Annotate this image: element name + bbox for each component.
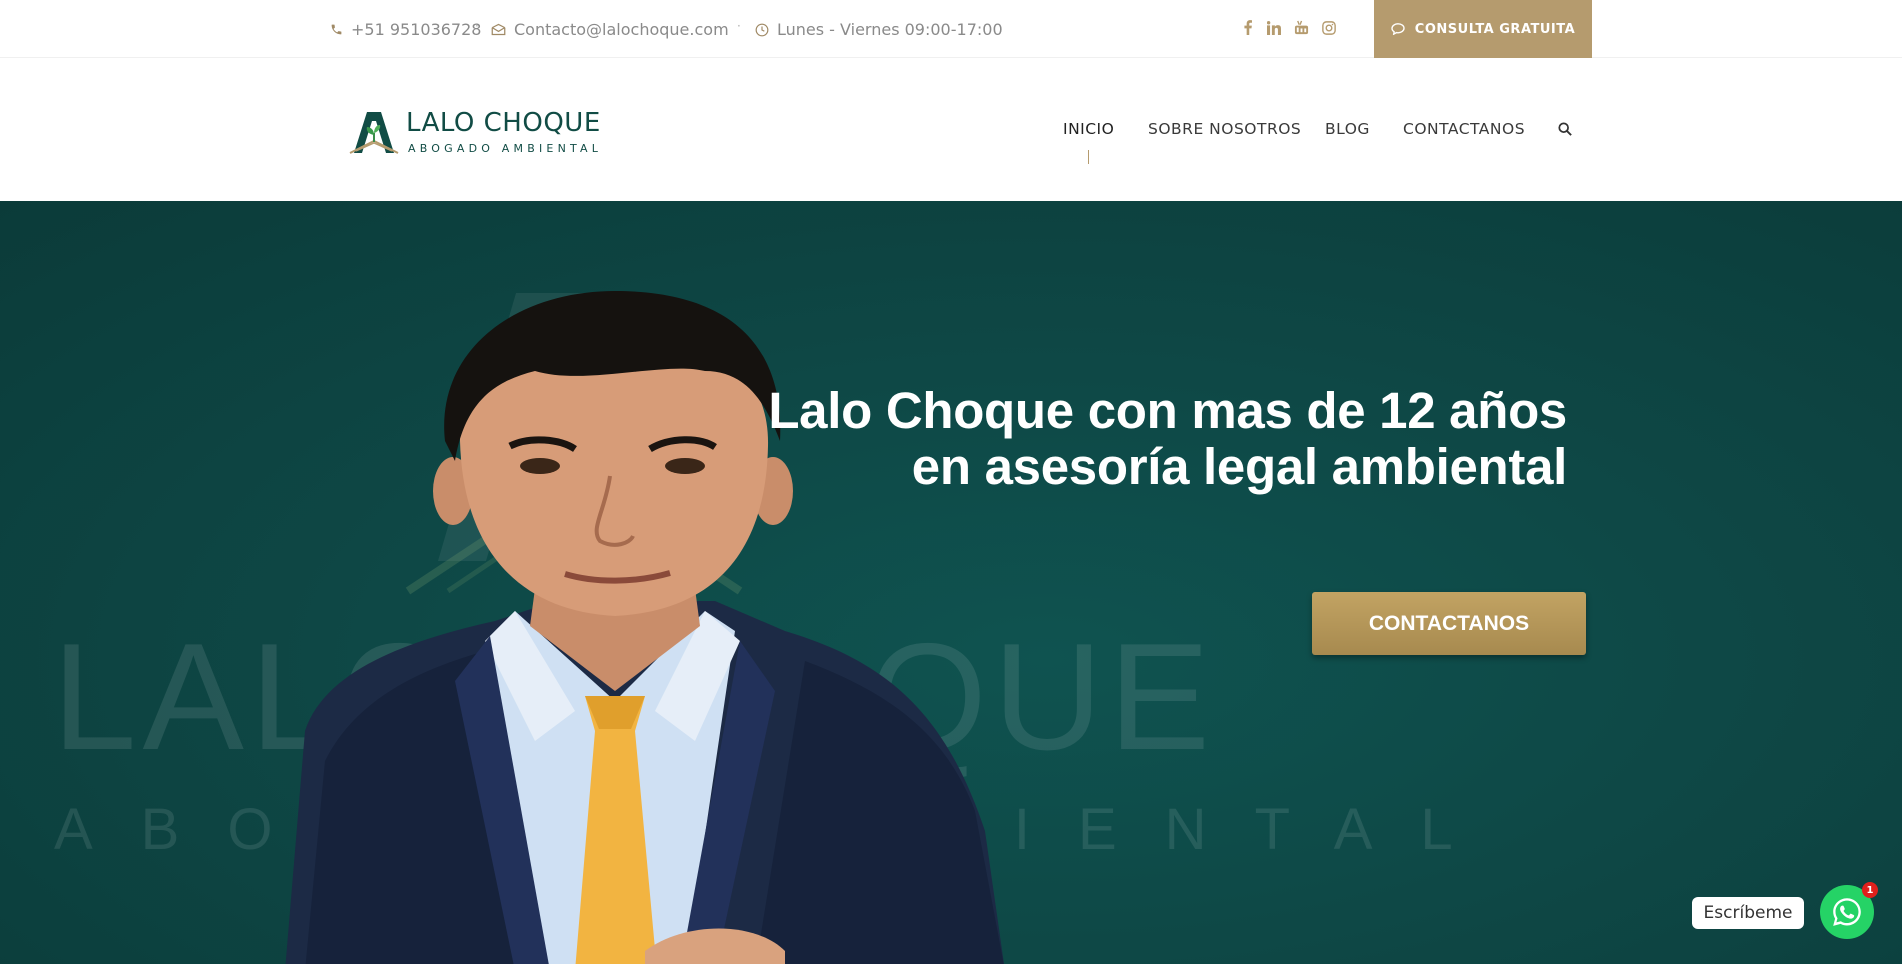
hero-headline-line-2: en asesoría legal ambiental [911, 438, 1568, 495]
hero-contact-button[interactable]: CONTACTANOS [1312, 592, 1586, 655]
instagram-icon[interactable] [1322, 20, 1336, 35]
whatsapp-notification-badge: 1 [1862, 882, 1878, 898]
logo-mark-icon [349, 112, 399, 154]
phone-link[interactable]: +51 951036728 [330, 20, 481, 39]
social-links [1243, 20, 1336, 35]
phone-text: +51 951036728 [351, 20, 482, 39]
linkedin-icon[interactable] [1267, 20, 1281, 35]
logo-subtitle: ABOGADO AMBIENTAL [408, 142, 603, 155]
envelope-icon [491, 23, 506, 36]
hero-headline: Lalo Choque con mas de 12 años en asesor… [667, 383, 1567, 495]
hours-text: Lunes - Viernes 09:00-17:00 [777, 20, 1003, 39]
whatsapp-label[interactable]: Escríbeme [1692, 897, 1804, 929]
youtube-icon[interactable] [1294, 20, 1309, 35]
free-consultation-button[interactable]: CONSULTA GRATUITA [1374, 0, 1592, 58]
separator: · [737, 19, 741, 33]
free-consultation-label: CONSULTA GRATUITA [1414, 21, 1576, 37]
nav-item-inicio[interactable]: INICIO [1063, 120, 1114, 138]
logo-title: LALO CHOQUE [406, 108, 601, 138]
active-nav-indicator [1088, 150, 1089, 164]
top-bar: +51 951036728 · Contacto@lalochoque.com … [0, 0, 1902, 58]
email-text: Contacto@lalochoque.com [514, 20, 729, 39]
clock-icon [755, 23, 769, 36]
nav-item-contactanos[interactable]: CONTACTANOS [1403, 120, 1525, 138]
phone-icon [331, 24, 342, 35]
whatsapp-icon [1833, 898, 1861, 926]
chat-bubble-icon [1391, 23, 1405, 35]
main-header: LALO CHOQUE ABOGADO AMBIENTAL INICIO SOB… [0, 58, 1902, 201]
nav-item-sobre-nosotros[interactable]: SOBRE NOSOTROS [1148, 120, 1301, 138]
nav-item-blog[interactable]: BLOG [1325, 120, 1370, 138]
hours-info: Lunes - Viernes 09:00-17:00 [755, 20, 1003, 39]
email-link[interactable]: Contacto@lalochoque.com [491, 20, 729, 39]
search-icon[interactable] [1558, 122, 1572, 136]
separator: · [475, 19, 479, 33]
hero-headline-line-1: Lalo Choque con mas de 12 años [768, 382, 1567, 439]
facebook-icon[interactable] [1243, 20, 1253, 35]
hero-section: LALO CHOQUE ABOGADO AMBIENTAL [0, 201, 1902, 964]
